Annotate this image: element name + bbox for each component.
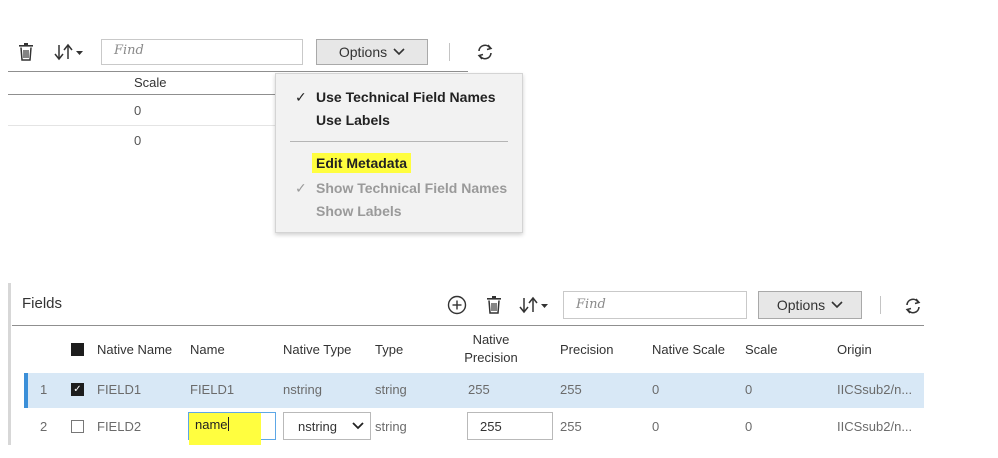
fields-title: Fields (22, 295, 63, 312)
col-header-native-scale[interactable]: Native Scale (652, 342, 725, 357)
cell-origin: IICSsub2/n... (837, 419, 913, 434)
top-table-cell: 0 (134, 103, 142, 118)
delete-button[interactable] (16, 41, 36, 63)
add-field-button[interactable] (446, 294, 468, 316)
menu-item-use-labels[interactable]: Use Labels (316, 112, 390, 128)
row-index: 2 (40, 419, 48, 434)
search-placeholder: Find (114, 43, 144, 58)
sort-button[interactable] (518, 295, 552, 315)
col-header-precision[interactable]: Precision (560, 342, 613, 357)
cell-type: string (375, 382, 407, 397)
native-precision-line1: Native (472, 332, 510, 347)
native-precision-value: 255 (480, 419, 502, 434)
fields-toolbar-line (12, 325, 924, 326)
menu-item-edit-metadata[interactable]: Edit Metadata (312, 153, 412, 173)
sort-icon (54, 43, 83, 61)
cell-native-name: FIELD2 (97, 419, 142, 434)
cell-type: string (375, 419, 407, 434)
refresh-icon (477, 44, 493, 60)
chevron-down-icon (393, 48, 405, 56)
options-label: Options (776, 297, 826, 313)
cell-origin: IICSsub2/n... (837, 382, 913, 397)
col-header-native-name[interactable]: Native Name (97, 342, 172, 357)
check-icon: ✓ (295, 180, 307, 196)
native-precision-input[interactable]: 255 (467, 412, 553, 440)
options-menu: ✓ Use Technical Field Names Use Labels E… (275, 73, 523, 233)
name-input-value: name (195, 417, 228, 432)
menu-divider (290, 141, 508, 142)
row-index: 1 (40, 382, 48, 397)
selected-row-indicator (24, 373, 28, 408)
top-table-header-line (8, 71, 468, 72)
plus-circle-icon (447, 295, 467, 315)
cell-native-name: FIELD1 (97, 382, 142, 397)
row-checkbox[interactable]: ✓ (71, 383, 84, 396)
cell-native-type[interactable]: nstring (283, 382, 322, 397)
col-header-name[interactable]: Name (190, 342, 225, 357)
native-precision-line2: Precision (464, 350, 518, 365)
cell-scale: 0 (745, 419, 753, 434)
native-type-select[interactable]: nstring (283, 412, 371, 440)
col-header-scale[interactable]: Scale (745, 342, 778, 357)
col-header-native-precision[interactable]: Native Precision (463, 331, 519, 367)
menu-item-use-technical-field-names[interactable]: Use Technical Field Names (316, 89, 495, 105)
options-button[interactable]: Options (316, 39, 428, 65)
refresh-icon (905, 298, 921, 314)
options-label: Options (338, 44, 388, 60)
cell-name[interactable]: FIELD1 (190, 382, 234, 397)
col-header-type[interactable]: Type (375, 342, 403, 357)
name-input-value-highlight: name (189, 413, 261, 445)
menu-item-show-technical-field-names: Show Technical Field Names (316, 180, 508, 196)
cell-native-scale: 0 (652, 419, 660, 434)
trash-icon (19, 43, 33, 61)
cell-native-precision[interactable]: 255 (468, 382, 490, 397)
row-checkbox[interactable] (71, 420, 84, 433)
native-type-value: nstring (298, 418, 338, 434)
select-all-checkbox[interactable] (71, 343, 84, 356)
toolbar-divider (449, 43, 450, 61)
top-table-scale-header: Scale (134, 75, 167, 90)
sort-button[interactable] (53, 42, 87, 62)
text-cursor (227, 417, 229, 431)
check-icon: ✓ (295, 89, 307, 105)
delete-field-button[interactable] (484, 294, 504, 316)
menu-item-show-labels: Show Labels (316, 203, 402, 219)
fields-search-input[interactable]: Find (563, 291, 747, 319)
fields-options-button[interactable]: Options (758, 291, 862, 319)
col-header-origin[interactable]: Origin (837, 342, 872, 357)
refresh-button[interactable] (474, 41, 496, 63)
cell-precision: 255 (560, 419, 582, 434)
trash-icon (487, 296, 501, 314)
toolbar-divider (880, 296, 881, 314)
fields-refresh-button[interactable] (902, 295, 924, 317)
cell-scale: 0 (745, 382, 753, 397)
edit-metadata-label: Edit Metadata (312, 153, 412, 173)
chevron-down-icon (831, 301, 843, 309)
panel-left-border (8, 283, 11, 445)
cell-precision: 255 (560, 382, 582, 397)
top-table-cell: 0 (134, 133, 142, 148)
search-input[interactable]: Find (101, 39, 303, 65)
cell-native-scale: 0 (652, 382, 660, 397)
col-header-native-type[interactable]: Native Type (283, 342, 351, 357)
search-placeholder: Find (576, 297, 606, 312)
chevron-down-icon (352, 422, 364, 430)
sort-icon (519, 296, 548, 314)
